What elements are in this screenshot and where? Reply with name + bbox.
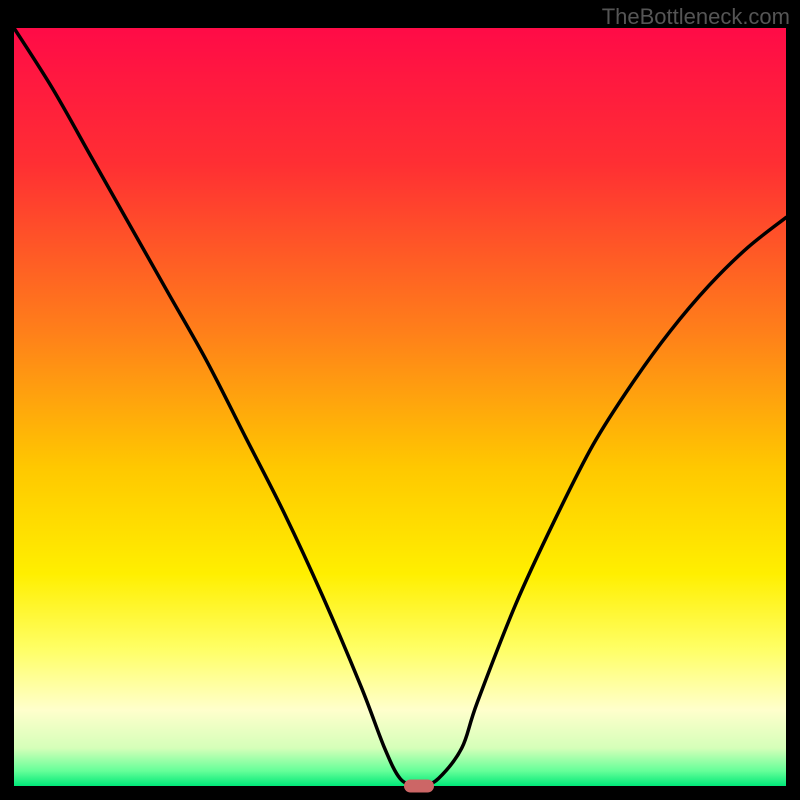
chart-container: TheBottleneck.com [0,0,800,800]
optimal-point-marker [404,780,434,793]
plot-area [14,28,786,786]
watermark-text: TheBottleneck.com [602,4,790,30]
bottleneck-curve [14,28,786,786]
